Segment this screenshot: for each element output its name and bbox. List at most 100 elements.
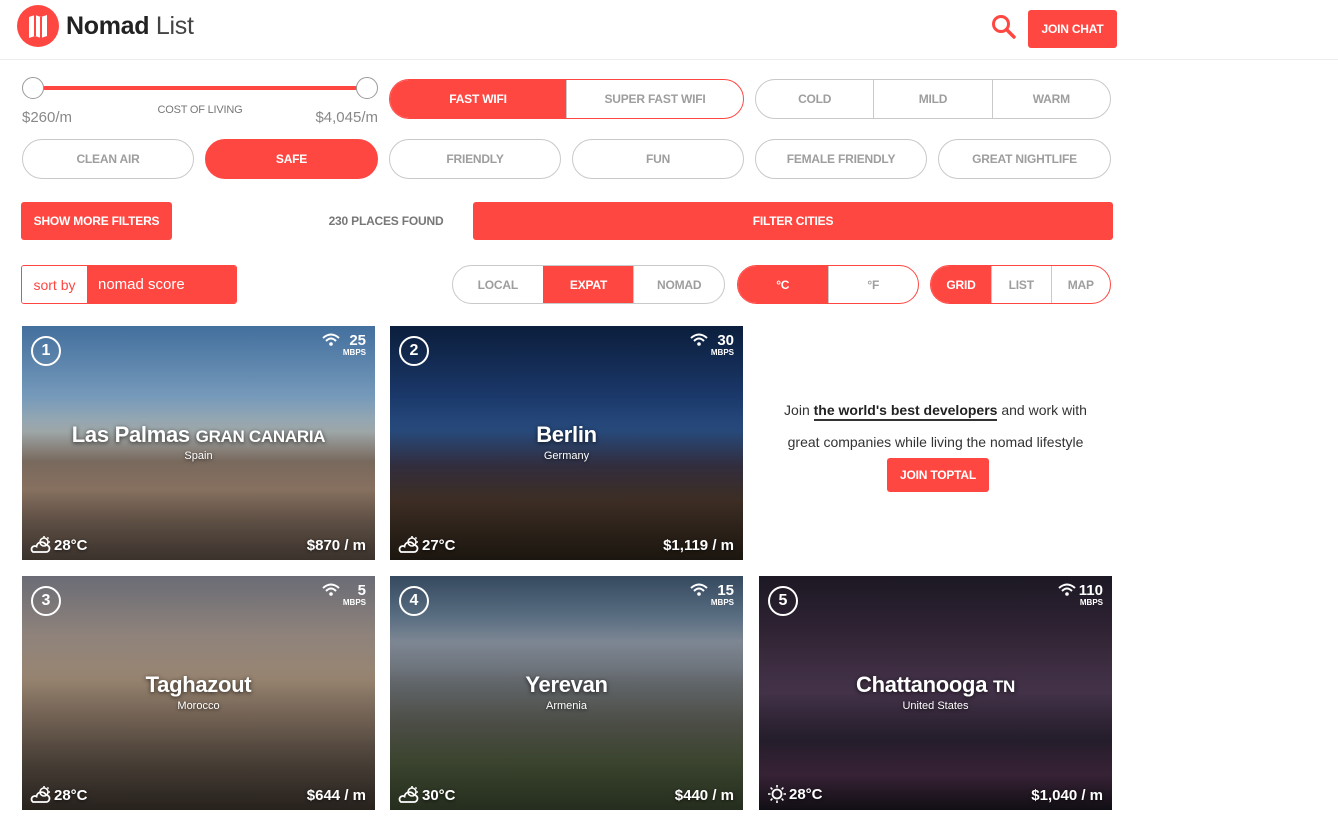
wifi-speed-value: 5 bbox=[357, 582, 366, 599]
slider-track bbox=[33, 86, 367, 90]
city-card[interactable]: 2 30 MBPS Berlin Germany 27°C $1,119 / m bbox=[390, 326, 743, 560]
join-toptal-button[interactable]: JOIN TOPTAL bbox=[887, 458, 989, 492]
ad-link[interactable]: the world's best developers bbox=[813, 402, 998, 421]
city-country: United States bbox=[902, 700, 969, 712]
filter-safe[interactable]: SAFE bbox=[205, 139, 378, 179]
city-weather: 27°C bbox=[397, 536, 456, 554]
city-country: Spain bbox=[184, 450, 213, 462]
city-cost: $440 / m bbox=[674, 787, 734, 804]
wifi-speed-unit: MBPS bbox=[342, 348, 366, 357]
city-weather: 28°C bbox=[766, 784, 823, 804]
wifi-icon bbox=[690, 333, 708, 346]
wifi-speed: 110 MBPS bbox=[1058, 583, 1103, 607]
ad-prefix: Join bbox=[784, 402, 810, 418]
sort-by-value[interactable]: nomad score bbox=[87, 266, 236, 303]
slider-max-value: $4,045/m bbox=[315, 109, 378, 126]
wifi-icon bbox=[690, 583, 708, 596]
wifi-speed-unit: MBPS bbox=[710, 598, 734, 607]
toggle-nomad[interactable]: NOMAD bbox=[633, 266, 724, 303]
filter-great-nightlife[interactable]: GREAT NIGHTLIFE bbox=[938, 139, 1111, 179]
slider-min-value: $260/m bbox=[22, 109, 73, 126]
city-temperature: 27°C bbox=[422, 536, 456, 554]
cost-of-living-slider[interactable]: COST OF LIVING $260/m $4,045/m bbox=[22, 76, 378, 130]
filter-friendly[interactable]: FRIENDLY bbox=[389, 139, 561, 179]
city-country: Germany bbox=[543, 450, 590, 462]
city-name-text: Chattanooga bbox=[855, 672, 988, 697]
brand-name[interactable]: Nomad List bbox=[66, 12, 194, 41]
toggle-expat[interactable]: EXPAT bbox=[542, 266, 634, 303]
toggle-local[interactable]: LOCAL bbox=[453, 266, 543, 303]
view-map[interactable]: MAP bbox=[1050, 266, 1111, 303]
view-list[interactable]: LIST bbox=[991, 266, 1051, 303]
toggle-celsius[interactable]: °C bbox=[738, 266, 828, 303]
city-weather: 30°C bbox=[397, 786, 456, 804]
wifi-speed-value: 110 bbox=[1078, 582, 1103, 599]
sunny-icon bbox=[768, 785, 786, 803]
city-temperature: 28°C bbox=[54, 536, 88, 554]
wifi-speed-unit: MBPS bbox=[1079, 598, 1103, 607]
wifi-speed-value: 15 bbox=[717, 582, 734, 599]
wifi-icon bbox=[1058, 583, 1076, 596]
brand-light: List bbox=[155, 12, 194, 40]
city-name-text: Las Palmas bbox=[71, 422, 190, 447]
city-cost: $1,040 / m bbox=[1031, 787, 1103, 804]
filter-female-friendly[interactable]: FEMALE FRIENDLY bbox=[755, 139, 927, 179]
filter-clean-air[interactable]: CLEAN AIR bbox=[22, 139, 194, 179]
wifi-icon bbox=[322, 333, 340, 346]
wifi-speed-value: 30 bbox=[717, 332, 734, 349]
filter-cities-button[interactable]: FILTER CITIES bbox=[473, 202, 1113, 240]
ad-suffix: and work with bbox=[1001, 402, 1087, 418]
view-grid[interactable]: GRID bbox=[931, 266, 991, 303]
city-name-text: Taghazout bbox=[145, 672, 252, 697]
partly-cloudy-icon bbox=[30, 786, 51, 803]
city-region: TN bbox=[992, 677, 1015, 696]
city-region: GRAN CANARIA bbox=[195, 427, 326, 446]
city-temperature: 28°C bbox=[54, 786, 88, 804]
slider-min-handle[interactable] bbox=[22, 77, 44, 99]
places-found-count: 230 PLACES FOUND bbox=[328, 214, 444, 228]
city-card[interactable]: 4 15 MBPS Yerevan Armenia 30°C $440 / m bbox=[390, 576, 743, 810]
city-country: Morocco bbox=[177, 700, 220, 712]
brand-bold: Nomad bbox=[66, 12, 150, 40]
partly-cloudy-icon bbox=[30, 536, 51, 553]
filter-fast-wifi[interactable]: FAST WIFI bbox=[390, 80, 566, 118]
toptal-ad: Join the world's best developers and wor… bbox=[759, 326, 1112, 560]
partly-cloudy-icon bbox=[398, 786, 419, 803]
climate-filter-group: COLD MILD WARM bbox=[755, 79, 1111, 119]
join-chat-button[interactable]: JOIN CHAT bbox=[1028, 10, 1117, 48]
toggle-fahrenheit[interactable]: °F bbox=[827, 266, 919, 303]
wifi-speed: 25 MBPS bbox=[322, 333, 366, 357]
slider-max-handle[interactable] bbox=[356, 77, 378, 99]
city-temperature: 30°C bbox=[422, 786, 456, 804]
ad-line-2: great companies while living the nomad l… bbox=[787, 434, 1084, 450]
city-rank: 3 bbox=[31, 586, 61, 616]
wifi-icon bbox=[322, 583, 340, 596]
city-rank: 1 bbox=[31, 336, 61, 366]
wifi-speed-unit: MBPS bbox=[710, 348, 734, 357]
filter-fun[interactable]: FUN bbox=[572, 139, 744, 179]
top-header: Nomad List JOIN CHAT bbox=[0, 0, 1338, 60]
filter-warm[interactable]: WARM bbox=[991, 80, 1110, 118]
wifi-speed-value: 25 bbox=[349, 332, 366, 349]
wifi-speed: 5 MBPS bbox=[322, 583, 366, 607]
filter-mild[interactable]: MILD bbox=[873, 80, 991, 118]
sort-by-label: sort by bbox=[22, 266, 87, 303]
wifi-speed: 30 MBPS bbox=[690, 333, 734, 357]
ad-line-1: Join the world's best developers and wor… bbox=[759, 402, 1112, 421]
city-temperature: 28°C bbox=[789, 785, 823, 803]
city-card[interactable]: 5 110 MBPS Chattanooga TN United States 2… bbox=[759, 576, 1112, 810]
city-cost: $870 / m bbox=[306, 537, 366, 554]
city-card[interactable]: 3 5 MBPS Taghazout Morocco 28°C $644 / m bbox=[22, 576, 375, 810]
search-icon[interactable] bbox=[991, 14, 1017, 40]
temperature-unit-toggle: °C °F bbox=[737, 265, 919, 304]
city-name: Taghazout bbox=[22, 672, 375, 698]
sort-by-select[interactable]: sort by nomad score bbox=[21, 265, 237, 304]
city-card[interactable]: 1 25 MBPS Las Palmas GRAN CANARIA Spain 2… bbox=[22, 326, 375, 560]
filter-super-fast-wifi[interactable]: SUPER FAST WIFI bbox=[566, 80, 743, 118]
city-rank: 4 bbox=[399, 586, 429, 616]
nomad-list-logo-icon[interactable] bbox=[17, 5, 59, 47]
show-more-filters-button[interactable]: SHOW MORE FILTERS bbox=[21, 202, 172, 240]
wifi-speed-unit: MBPS bbox=[342, 598, 366, 607]
wifi-filter-group: FAST WIFI SUPER FAST WIFI bbox=[389, 79, 744, 119]
filter-cold[interactable]: COLD bbox=[756, 80, 873, 118]
